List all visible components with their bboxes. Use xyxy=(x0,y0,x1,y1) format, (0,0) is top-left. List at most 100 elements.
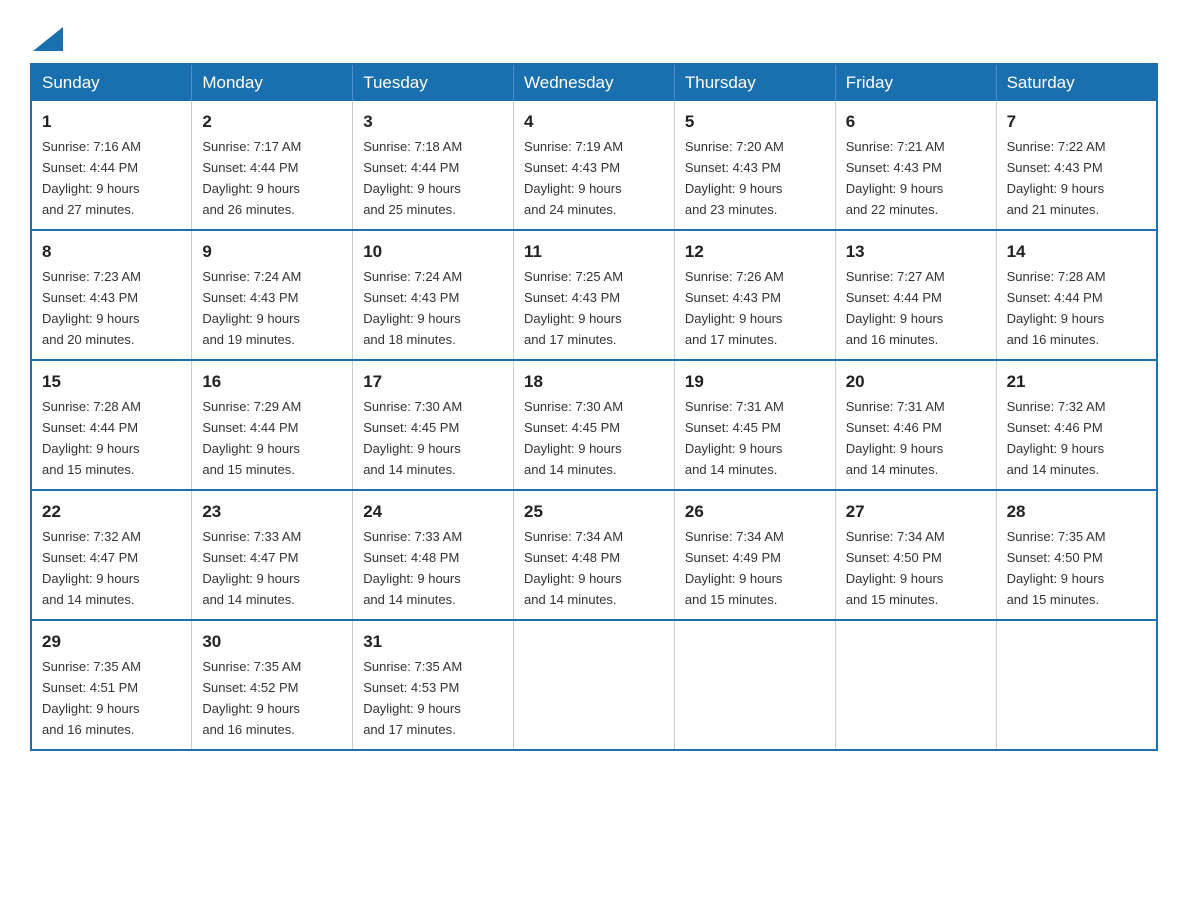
page-header xyxy=(30,20,1158,45)
calendar-week-row: 1 Sunrise: 7:16 AMSunset: 4:44 PMDayligh… xyxy=(31,101,1157,230)
calendar-header-row: SundayMondayTuesdayWednesdayThursdayFrid… xyxy=(31,64,1157,101)
calendar-cell: 31 Sunrise: 7:35 AMSunset: 4:53 PMDaylig… xyxy=(353,620,514,750)
day-info-block: Sunrise: 7:35 AMSunset: 4:51 PMDaylight:… xyxy=(42,659,141,737)
day-number: 19 xyxy=(685,369,825,395)
calendar-cell: 1 Sunrise: 7:16 AMSunset: 4:44 PMDayligh… xyxy=(31,101,192,230)
calendar-week-row: 15 Sunrise: 7:28 AMSunset: 4:44 PMDaylig… xyxy=(31,360,1157,490)
day-number: 20 xyxy=(846,369,986,395)
day-number: 30 xyxy=(202,629,342,655)
day-number: 3 xyxy=(363,109,503,135)
calendar-cell: 8 Sunrise: 7:23 AMSunset: 4:43 PMDayligh… xyxy=(31,230,192,360)
logo-triangle-icon xyxy=(33,23,63,51)
day-info-block: Sunrise: 7:26 AMSunset: 4:43 PMDaylight:… xyxy=(685,269,784,347)
day-info-block: Sunrise: 7:24 AMSunset: 4:43 PMDaylight:… xyxy=(202,269,301,347)
day-number: 15 xyxy=(42,369,181,395)
logo xyxy=(30,20,63,45)
day-info-block: Sunrise: 7:16 AMSunset: 4:44 PMDaylight:… xyxy=(42,139,141,217)
day-number: 29 xyxy=(42,629,181,655)
day-number: 24 xyxy=(363,499,503,525)
calendar-cell: 16 Sunrise: 7:29 AMSunset: 4:44 PMDaylig… xyxy=(192,360,353,490)
calendar-cell: 19 Sunrise: 7:31 AMSunset: 4:45 PMDaylig… xyxy=(674,360,835,490)
calendar-cell: 20 Sunrise: 7:31 AMSunset: 4:46 PMDaylig… xyxy=(835,360,996,490)
day-number: 21 xyxy=(1007,369,1146,395)
calendar-cell xyxy=(514,620,675,750)
day-info-block: Sunrise: 7:30 AMSunset: 4:45 PMDaylight:… xyxy=(524,399,623,477)
calendar-cell: 25 Sunrise: 7:34 AMSunset: 4:48 PMDaylig… xyxy=(514,490,675,620)
day-number: 1 xyxy=(42,109,181,135)
day-info-block: Sunrise: 7:21 AMSunset: 4:43 PMDaylight:… xyxy=(846,139,945,217)
calendar-cell: 17 Sunrise: 7:30 AMSunset: 4:45 PMDaylig… xyxy=(353,360,514,490)
calendar-cell xyxy=(996,620,1157,750)
day-info-block: Sunrise: 7:32 AMSunset: 4:47 PMDaylight:… xyxy=(42,529,141,607)
day-number: 12 xyxy=(685,239,825,265)
day-info-block: Sunrise: 7:28 AMSunset: 4:44 PMDaylight:… xyxy=(1007,269,1106,347)
day-info-block: Sunrise: 7:32 AMSunset: 4:46 PMDaylight:… xyxy=(1007,399,1106,477)
day-number: 7 xyxy=(1007,109,1146,135)
day-number: 22 xyxy=(42,499,181,525)
calendar-cell: 24 Sunrise: 7:33 AMSunset: 4:48 PMDaylig… xyxy=(353,490,514,620)
day-info-block: Sunrise: 7:34 AMSunset: 4:49 PMDaylight:… xyxy=(685,529,784,607)
day-number: 16 xyxy=(202,369,342,395)
day-info-block: Sunrise: 7:25 AMSunset: 4:43 PMDaylight:… xyxy=(524,269,623,347)
calendar-table: SundayMondayTuesdayWednesdayThursdayFrid… xyxy=(30,63,1158,751)
day-info-block: Sunrise: 7:23 AMSunset: 4:43 PMDaylight:… xyxy=(42,269,141,347)
day-number: 2 xyxy=(202,109,342,135)
day-number: 13 xyxy=(846,239,986,265)
day-info-block: Sunrise: 7:24 AMSunset: 4:43 PMDaylight:… xyxy=(363,269,462,347)
calendar-cell: 29 Sunrise: 7:35 AMSunset: 4:51 PMDaylig… xyxy=(31,620,192,750)
calendar-week-row: 29 Sunrise: 7:35 AMSunset: 4:51 PMDaylig… xyxy=(31,620,1157,750)
day-number: 26 xyxy=(685,499,825,525)
day-info-block: Sunrise: 7:27 AMSunset: 4:44 PMDaylight:… xyxy=(846,269,945,347)
weekday-header-friday: Friday xyxy=(835,64,996,101)
day-number: 5 xyxy=(685,109,825,135)
weekday-header-thursday: Thursday xyxy=(674,64,835,101)
day-number: 6 xyxy=(846,109,986,135)
day-number: 11 xyxy=(524,239,664,265)
day-number: 27 xyxy=(846,499,986,525)
calendar-cell: 10 Sunrise: 7:24 AMSunset: 4:43 PMDaylig… xyxy=(353,230,514,360)
calendar-cell: 18 Sunrise: 7:30 AMSunset: 4:45 PMDaylig… xyxy=(514,360,675,490)
day-info-block: Sunrise: 7:22 AMSunset: 4:43 PMDaylight:… xyxy=(1007,139,1106,217)
weekday-header-wednesday: Wednesday xyxy=(514,64,675,101)
calendar-cell: 27 Sunrise: 7:34 AMSunset: 4:50 PMDaylig… xyxy=(835,490,996,620)
calendar-cell: 28 Sunrise: 7:35 AMSunset: 4:50 PMDaylig… xyxy=(996,490,1157,620)
day-number: 31 xyxy=(363,629,503,655)
weekday-header-saturday: Saturday xyxy=(996,64,1157,101)
day-info-block: Sunrise: 7:34 AMSunset: 4:48 PMDaylight:… xyxy=(524,529,623,607)
calendar-cell xyxy=(674,620,835,750)
day-info-block: Sunrise: 7:30 AMSunset: 4:45 PMDaylight:… xyxy=(363,399,462,477)
day-number: 9 xyxy=(202,239,342,265)
day-number: 4 xyxy=(524,109,664,135)
day-info-block: Sunrise: 7:17 AMSunset: 4:44 PMDaylight:… xyxy=(202,139,301,217)
calendar-cell: 30 Sunrise: 7:35 AMSunset: 4:52 PMDaylig… xyxy=(192,620,353,750)
day-info-block: Sunrise: 7:35 AMSunset: 4:50 PMDaylight:… xyxy=(1007,529,1106,607)
day-number: 18 xyxy=(524,369,664,395)
day-info-block: Sunrise: 7:29 AMSunset: 4:44 PMDaylight:… xyxy=(202,399,301,477)
calendar-cell: 3 Sunrise: 7:18 AMSunset: 4:44 PMDayligh… xyxy=(353,101,514,230)
day-info-block: Sunrise: 7:20 AMSunset: 4:43 PMDaylight:… xyxy=(685,139,784,217)
calendar-cell: 9 Sunrise: 7:24 AMSunset: 4:43 PMDayligh… xyxy=(192,230,353,360)
weekday-header-sunday: Sunday xyxy=(31,64,192,101)
calendar-cell: 2 Sunrise: 7:17 AMSunset: 4:44 PMDayligh… xyxy=(192,101,353,230)
day-info-block: Sunrise: 7:35 AMSunset: 4:52 PMDaylight:… xyxy=(202,659,301,737)
day-number: 14 xyxy=(1007,239,1146,265)
calendar-cell: 21 Sunrise: 7:32 AMSunset: 4:46 PMDaylig… xyxy=(996,360,1157,490)
calendar-week-row: 8 Sunrise: 7:23 AMSunset: 4:43 PMDayligh… xyxy=(31,230,1157,360)
calendar-cell: 6 Sunrise: 7:21 AMSunset: 4:43 PMDayligh… xyxy=(835,101,996,230)
calendar-cell: 23 Sunrise: 7:33 AMSunset: 4:47 PMDaylig… xyxy=(192,490,353,620)
day-info-block: Sunrise: 7:28 AMSunset: 4:44 PMDaylight:… xyxy=(42,399,141,477)
calendar-cell xyxy=(835,620,996,750)
calendar-cell: 26 Sunrise: 7:34 AMSunset: 4:49 PMDaylig… xyxy=(674,490,835,620)
day-number: 25 xyxy=(524,499,664,525)
calendar-cell: 7 Sunrise: 7:22 AMSunset: 4:43 PMDayligh… xyxy=(996,101,1157,230)
calendar-cell: 13 Sunrise: 7:27 AMSunset: 4:44 PMDaylig… xyxy=(835,230,996,360)
day-info-block: Sunrise: 7:31 AMSunset: 4:46 PMDaylight:… xyxy=(846,399,945,477)
weekday-header-tuesday: Tuesday xyxy=(353,64,514,101)
day-info-block: Sunrise: 7:18 AMSunset: 4:44 PMDaylight:… xyxy=(363,139,462,217)
calendar-week-row: 22 Sunrise: 7:32 AMSunset: 4:47 PMDaylig… xyxy=(31,490,1157,620)
day-number: 8 xyxy=(42,239,181,265)
day-info-block: Sunrise: 7:33 AMSunset: 4:48 PMDaylight:… xyxy=(363,529,462,607)
calendar-cell: 12 Sunrise: 7:26 AMSunset: 4:43 PMDaylig… xyxy=(674,230,835,360)
day-info-block: Sunrise: 7:35 AMSunset: 4:53 PMDaylight:… xyxy=(363,659,462,737)
calendar-cell: 5 Sunrise: 7:20 AMSunset: 4:43 PMDayligh… xyxy=(674,101,835,230)
